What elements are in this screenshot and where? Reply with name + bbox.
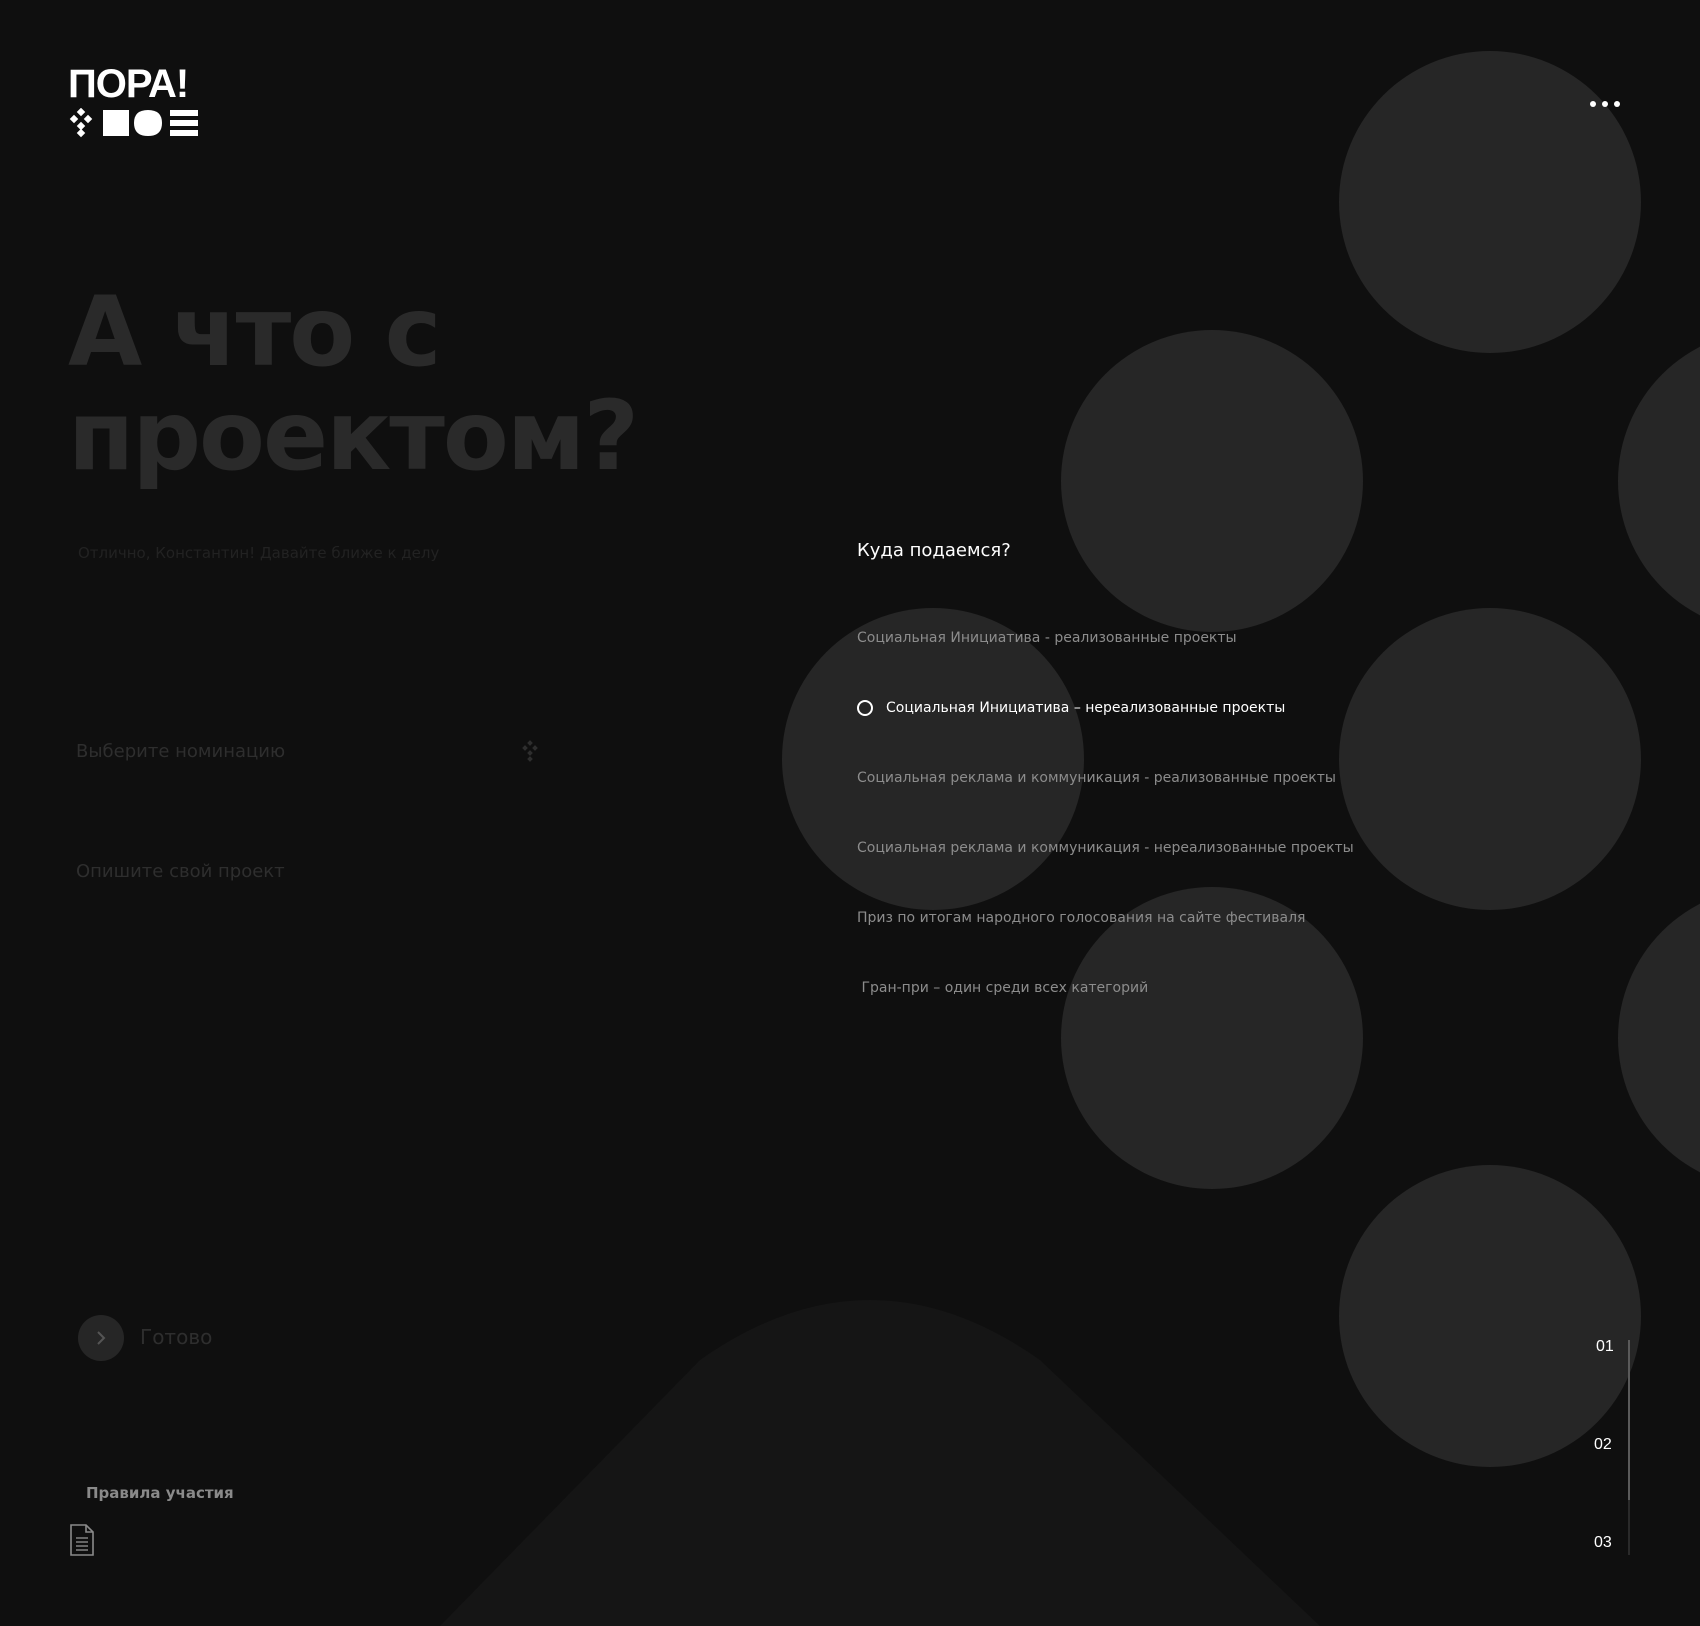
nomination-option-label: Приз по итогам народного голосования на … <box>857 910 1306 926</box>
nomination-option[interactable]: Социальная реклама и коммуникация - реал… <box>857 770 1336 786</box>
nomination-option-label: Социальная Инициатива – нереализованные … <box>886 700 1286 716</box>
nomination-option-label: Социальная Инициатива - реализованные пр… <box>857 630 1237 646</box>
project-description-field[interactable] <box>76 858 546 884</box>
nomination-option[interactable]: Гран-при – один среди всех категорий <box>857 980 1148 996</box>
menu-dot <box>1590 101 1596 107</box>
page-title: А что с проектом? <box>68 280 688 488</box>
nomination-question: Куда подаемся? <box>857 540 1011 561</box>
nomination-option[interactable]: Приз по итогам народного голосования на … <box>857 910 1305 926</box>
step-3[interactable]: 03 <box>1594 1534 1612 1552</box>
chevron-right-icon <box>97 1331 106 1345</box>
step-2[interactable]: 02 <box>1594 1436 1612 1454</box>
nomination-option-label: Социальная реклама и коммуникация - нере… <box>857 840 1354 856</box>
step-1[interactable]: 01 <box>1596 1338 1614 1356</box>
brand-logo[interactable]: ПОРА! <box>68 64 200 138</box>
nomination-option-selected[interactable]: Социальная Инициатива – нереализованные … <box>857 700 1285 716</box>
nomination-option-label: Гран-при – один среди всех категорий <box>857 980 1149 996</box>
nomination-select-field[interactable] <box>76 738 546 764</box>
page-title-line1: А что с <box>68 276 442 388</box>
radio-selected-icon <box>857 700 873 716</box>
menu-dot <box>1614 101 1620 107</box>
background-shapes <box>440 51 1700 1626</box>
brand-logo-shapes <box>69 108 198 138</box>
brand-logo-wordmark: ПОРА! <box>68 62 189 106</box>
dropdown-diamond-icon <box>522 740 538 762</box>
nomination-option[interactable]: Социальная Инициатива - реализованные пр… <box>857 630 1237 646</box>
document-icon[interactable] <box>69 1524 95 1556</box>
page-title-line2: проектом? <box>68 380 639 492</box>
nomination-option-label: Социальная реклама и коммуникация - реал… <box>857 770 1336 786</box>
page-subtitle: Отлично, Константин! Давайте ближе к дел… <box>78 544 440 562</box>
nomination-option[interactable]: Социальная реклама и коммуникация - нере… <box>857 840 1354 856</box>
rules-link[interactable]: Правила участия <box>86 1484 234 1502</box>
menu-dot <box>1602 101 1608 107</box>
menu-button[interactable] <box>1590 98 1630 110</box>
step-progress-fill <box>1628 1340 1630 1500</box>
done-button-label: Готово <box>140 1325 213 1349</box>
done-button[interactable] <box>78 1315 124 1361</box>
